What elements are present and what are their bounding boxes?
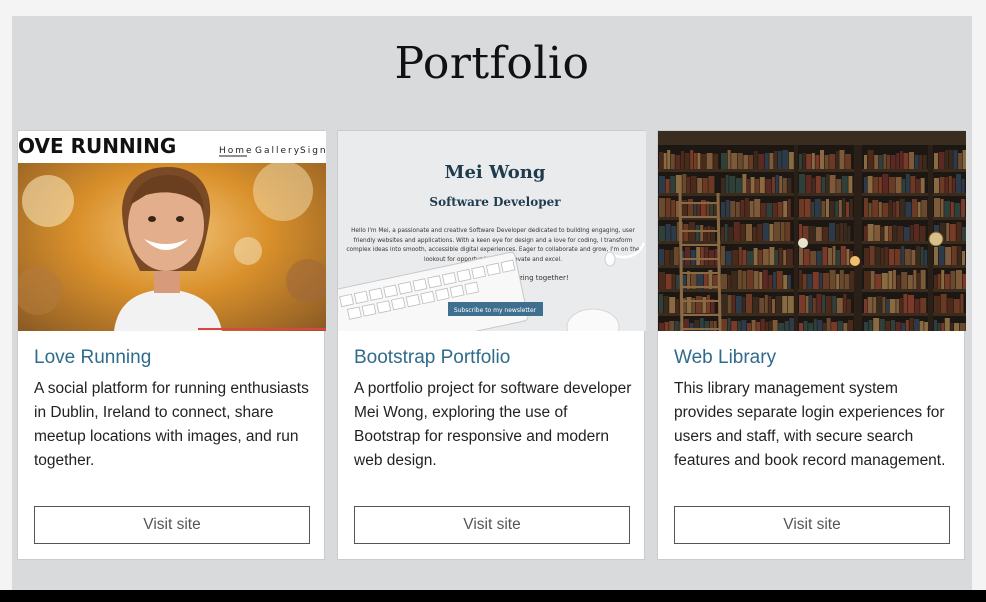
thumb-brand: OVE RUNNING xyxy=(18,134,176,158)
page-title: Portfolio xyxy=(394,38,590,89)
bottom-bar xyxy=(0,590,986,602)
thumb-subscribe-button: Subscribe to my newsletter xyxy=(454,307,537,314)
thumb-nav-sign: Sign xyxy=(300,146,326,156)
thumb-nav-gallery: Gallery xyxy=(255,146,301,156)
project-card-bootstrap-portfolio: Mei Wong Software Developer Hello I'm Me… xyxy=(337,130,646,560)
bootstrap-portfolio-screenshot[interactable]: Mei Wong Software Developer Hello I'm Me… xyxy=(338,131,646,331)
thumb-name: Mei Wong xyxy=(445,162,546,183)
thumb-nav-home: Home xyxy=(219,146,254,156)
visit-site-button[interactable]: Visit site xyxy=(34,506,310,544)
card-description: A portfolio project for software develop… xyxy=(354,380,632,469)
card-title: Love Running xyxy=(34,347,152,368)
love-running-screenshot[interactable]: OVE RUNNING Home Gallery Sign xyxy=(18,131,326,331)
web-library-screenshot[interactable] xyxy=(658,131,966,331)
card-title: Web Library xyxy=(674,347,777,368)
visit-site-button[interactable]: Visit site xyxy=(354,506,630,544)
project-card-love-running: OVE RUNNING Home Gallery Sign Love Runni… xyxy=(17,130,326,560)
visit-site-button[interactable]: Visit site xyxy=(674,506,950,544)
card-title: Bootstrap Portfolio xyxy=(354,347,511,368)
portfolio-section: Portfolio OVE RUNNING Home Gallery Sign … xyxy=(12,16,972,590)
card-description: This library management system provides … xyxy=(674,380,946,469)
thumb-role: Software Developer xyxy=(429,195,561,209)
project-card-web-library: Web Library This library management syst… xyxy=(657,130,966,560)
card-description: A social platform for running enthusiast… xyxy=(34,380,309,469)
